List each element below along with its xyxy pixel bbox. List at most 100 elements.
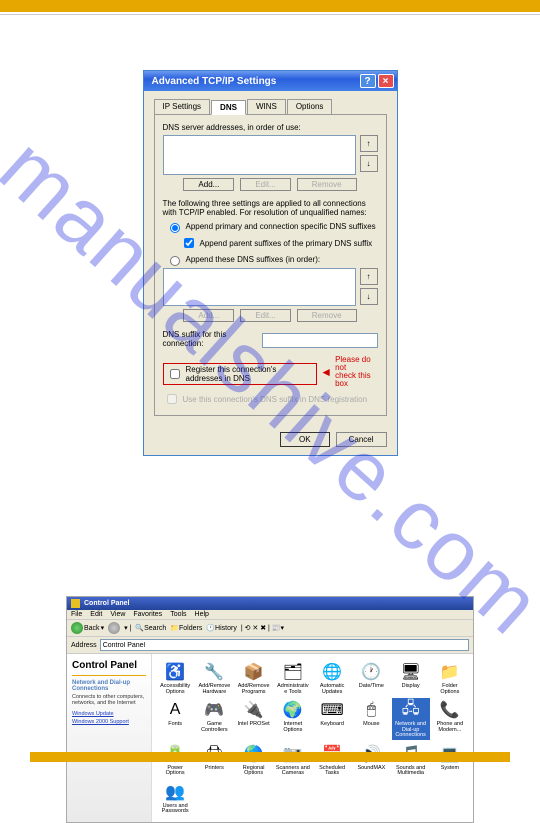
check-append-parent[interactable]: Append parent suffixes of the primary DN… [180, 235, 378, 251]
dns-servers-list[interactable] [163, 135, 356, 175]
tab-wins[interactable]: WINS [247, 99, 286, 114]
item-label: Add/Remove Programs [237, 684, 271, 695]
tab-options[interactable]: Options [287, 99, 333, 114]
item-icon: 🗂 [282, 661, 304, 683]
help-icon[interactable]: ? [360, 74, 376, 88]
remove-button[interactable]: Remove [297, 178, 357, 191]
sidebar-subtitle: Network and Dial-up Connections [72, 680, 146, 692]
item-label: Phone and Modem... [433, 722, 467, 733]
cp-item-intel-proset[interactable]: 🔌Intel PROSet [235, 698, 273, 740]
cp-item-date-time[interactable]: 🕐Date/Time [352, 660, 390, 696]
folders-button[interactable]: 📁Folders [170, 624, 202, 632]
menu-bar[interactable]: File Edit View Favorites Tools Help [67, 610, 473, 620]
use-suffix-input [167, 394, 177, 404]
item-label: Display [402, 684, 420, 690]
dialog-title: Advanced TCP/IP Settings [152, 76, 277, 87]
cp-item-automatic-updates[interactable]: 🌐Automatic Updates [313, 660, 351, 696]
forward-icon[interactable] [108, 622, 120, 634]
menu-favorites[interactable]: Favorites [133, 611, 162, 618]
cp-item-administrative-tools[interactable]: 🗂Administrative Tools [274, 660, 312, 696]
cp-item-users-and-passwords[interactable]: 👥Users and Passwords [156, 780, 194, 816]
item-label: Game Controllers [197, 722, 231, 733]
item-icon: 📞 [439, 699, 461, 721]
add-button-2[interactable]: Add... [183, 309, 234, 322]
item-label: Accessibility Options [158, 684, 192, 695]
sidebar: Control Panel Network and Dial-up Connec… [67, 654, 152, 822]
up-icon[interactable]: ↑ [360, 135, 378, 152]
dns-suffix-list[interactable] [163, 268, 356, 306]
item-label: Printers [205, 766, 224, 772]
add-button[interactable]: Add... [183, 178, 234, 191]
cp-item-phone-and-modem-[interactable]: 📞Phone and Modem... [431, 698, 469, 740]
cp-item-accessibility-options[interactable]: ♿Accessibility Options [156, 660, 194, 696]
ok-button[interactable]: OK [280, 432, 330, 447]
item-icon: 👥 [164, 781, 186, 803]
radio-append-primary[interactable]: Append primary and connection specific D… [165, 220, 378, 233]
cancel-button[interactable]: Cancel [336, 432, 387, 447]
cp-item-fonts[interactable]: AFonts [156, 698, 194, 740]
tcpip-settings-dialog: Advanced TCP/IP Settings ? × IP Settings… [143, 70, 398, 456]
item-label: System [441, 766, 459, 772]
history-button[interactable]: 🕐History [206, 624, 237, 632]
down-icon[interactable]: ↓ [360, 155, 378, 172]
menu-edit[interactable]: Edit [90, 611, 102, 618]
item-label: Internet Options [276, 722, 310, 733]
edit-button-2[interactable]: Edit... [240, 309, 290, 322]
close-icon[interactable]: × [378, 74, 394, 88]
menu-view[interactable]: View [110, 611, 125, 618]
item-label: Network and Dial-up Connections [394, 722, 428, 739]
cp-item-game-controllers[interactable]: 🎮Game Controllers [195, 698, 233, 740]
dns-suffix-label: DNS suffix for this connection: [163, 330, 256, 348]
item-label: Date/Time [359, 684, 384, 690]
menu-file[interactable]: File [71, 611, 82, 618]
check-append-parent-input[interactable] [184, 238, 194, 248]
cp-item-display[interactable]: 🖥Display [392, 660, 430, 696]
register-dns-checkbox[interactable] [170, 369, 180, 379]
item-icon: 🖱 [360, 699, 382, 721]
dns-servers-label: DNS server addresses, in order of use: [163, 123, 378, 132]
item-label: Add/Remove Hardware [197, 684, 231, 695]
item-label: Scanners and Cameras [276, 766, 310, 777]
cp-item-add-remove-hardware[interactable]: 🔧Add/Remove Hardware [195, 660, 233, 696]
edit-button[interactable]: Edit... [240, 178, 290, 191]
back-button[interactable]: Back ▾ [71, 622, 104, 634]
dns-suffix-input[interactable] [262, 333, 378, 348]
down-icon-2[interactable]: ↓ [360, 288, 378, 305]
link-windows-update[interactable]: Windows Update [72, 711, 146, 717]
cp-item-keyboard[interactable]: ⌨Keyboard [313, 698, 351, 740]
address-input[interactable] [100, 639, 469, 651]
dialog-titlebar: Advanced TCP/IP Settings ? × [144, 71, 397, 91]
up-icon-2[interactable]: ↑ [360, 268, 378, 285]
item-icon: 🌍 [282, 699, 304, 721]
tab-dns[interactable]: DNS [211, 100, 246, 115]
cp-item-mouse[interactable]: 🖱Mouse [352, 698, 390, 740]
item-icon: 🔌 [243, 699, 265, 721]
menu-help[interactable]: Help [195, 611, 209, 618]
menu-tools[interactable]: Tools [170, 611, 186, 618]
remove-button-2[interactable]: Remove [297, 309, 357, 322]
cp-item-internet-options[interactable]: 🌍Internet Options [274, 698, 312, 740]
radio-append-these-input[interactable] [170, 256, 180, 266]
item-label: Administrative Tools [276, 684, 310, 695]
item-icon: 📁 [439, 661, 461, 683]
radio-append-primary-input[interactable] [170, 223, 180, 233]
control-panel-icon [71, 599, 80, 608]
item-label: Regional Options [237, 766, 271, 777]
back-icon [71, 622, 83, 634]
item-icon: A [164, 699, 186, 721]
tab-ip-settings[interactable]: IP Settings [154, 99, 211, 114]
cp-item-folder-options[interactable]: 📁Folder Options [431, 660, 469, 696]
search-button[interactable]: 🔍Search [135, 624, 166, 632]
cp-item-add-remove-programs[interactable]: 📦Add/Remove Programs [235, 660, 273, 696]
item-label: Power Options [158, 766, 192, 777]
cp-item-network-and-dial-up-connections[interactable]: 🖧Network and Dial-up Connections [392, 698, 430, 740]
item-icon: 🌐 [321, 661, 343, 683]
item-label: Folder Options [433, 684, 467, 695]
sidebar-title: Control Panel [72, 660, 146, 671]
icon-grid: ♿Accessibility Options🔧Add/Remove Hardwa… [152, 654, 473, 822]
radio-append-these[interactable]: Append these DNS suffixes (in order): [165, 253, 378, 266]
tab-strip: IP Settings DNS WINS Options [154, 99, 387, 115]
item-label: Intel PROSet [238, 722, 270, 728]
link-windows-support[interactable]: Windows 2000 Support [72, 719, 146, 725]
register-dns-highlight: Register this connection's addresses in … [163, 363, 318, 385]
